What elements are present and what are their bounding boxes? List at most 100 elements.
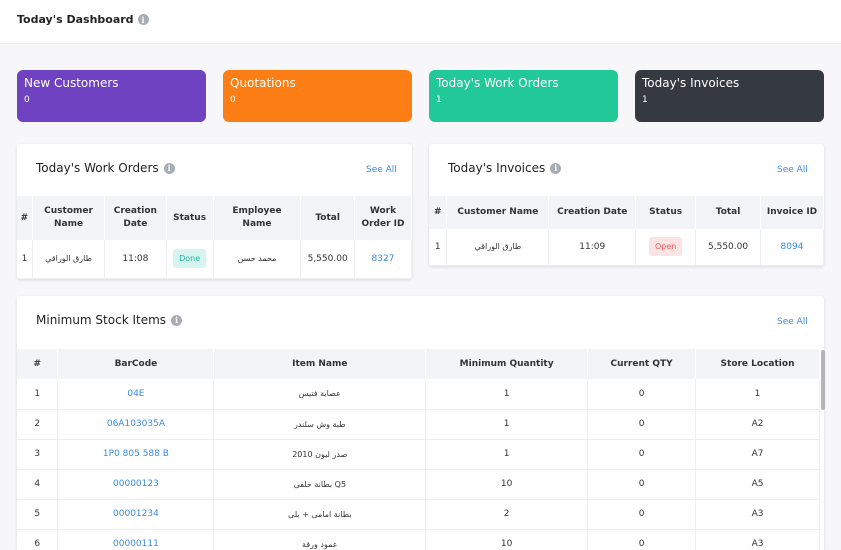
cell-barcode: 06A103035A: [57, 409, 215, 440]
barcode-link[interactable]: 00000123: [113, 479, 159, 489]
cell-min-qty: 10: [425, 529, 589, 550]
cell-location: 1: [695, 379, 820, 410]
col-header: Work Order ID: [354, 196, 412, 240]
cell-location: A3: [695, 499, 820, 530]
cell-min-qty: 10: [425, 469, 589, 500]
stat-label: Today's Invoices: [642, 76, 740, 90]
table-row[interactable]: 3 1P0 805 588 B صدر ليون 2010 1 0 A7: [17, 439, 820, 470]
col-header: Creation Date: [104, 196, 167, 240]
info-icon[interactable]: i: [550, 162, 562, 174]
col-header: Customer Name: [446, 196, 550, 229]
cell-date: 11:08: [104, 240, 167, 279]
panel-title-text: Minimum Stock Items: [36, 313, 167, 327]
cell-num: 1: [17, 240, 33, 279]
cell-status: Open: [635, 229, 697, 266]
stat-value: 0: [230, 95, 236, 105]
see-all-link[interactable]: See All: [777, 317, 808, 327]
stat-value: 0: [24, 95, 30, 105]
cell-num: 1: [17, 379, 59, 410]
stat-card-invoices[interactable]: Today's Invoices 1: [635, 70, 824, 122]
status-badge: Open: [648, 237, 683, 257]
table-row[interactable]: 1 طارق الوراقي 11:08 Done محمد حسن 5,550…: [17, 240, 412, 279]
cell-id: 8094: [760, 229, 824, 266]
barcode-link[interactable]: 06A103035A: [107, 419, 165, 429]
col-header: #: [17, 349, 59, 379]
invoice-id-link[interactable]: 8094: [781, 242, 804, 252]
stat-value: 1: [642, 95, 648, 105]
barcode-link[interactable]: 00000111: [113, 539, 159, 549]
info-icon[interactable]: i: [163, 162, 175, 174]
cell-num: 6: [17, 529, 59, 550]
barcode-link[interactable]: 00001234: [113, 509, 159, 519]
cell-current-qty: 0: [587, 439, 697, 470]
cell-total: 5,550.00: [695, 229, 762, 266]
stock-title: Minimum Stock Items i: [36, 313, 183, 327]
cell-location: A5: [695, 469, 820, 500]
col-header: Status: [166, 196, 214, 240]
barcode-link[interactable]: 1P0 805 588 B: [103, 449, 169, 459]
cell-item-name: صدر ليون 2010: [213, 439, 427, 470]
table-row[interactable]: 1 04E عصابة فتيس 1 0 1: [17, 379, 820, 410]
cell-min-qty: 1: [425, 409, 589, 440]
cell-barcode: 00000123: [57, 469, 215, 500]
info-icon[interactable]: i: [171, 314, 183, 326]
work-orders-panel: Today's Work Orders i See All # Customer…: [17, 144, 412, 279]
col-header: Total: [695, 196, 762, 229]
cell-item-name: عمود ورقة: [213, 529, 427, 550]
cell-location: A7: [695, 439, 820, 470]
table-row[interactable]: 2 06A103035A طبة وش سلندر 1 0 A2: [17, 409, 820, 440]
cell-current-qty: 0: [587, 469, 697, 500]
stat-card-work-orders[interactable]: Today's Work Orders 1: [429, 70, 618, 122]
table-row[interactable]: 5 00001234 بطانة امامى + بلى 2 0 A3: [17, 499, 820, 530]
cell-barcode: 00000111: [57, 529, 215, 550]
stat-label: Today's Work Orders: [436, 76, 559, 90]
stat-label: Quotations: [230, 76, 296, 90]
work-order-id-link[interactable]: 8327: [372, 254, 395, 264]
scrollbar[interactable]: [821, 350, 825, 410]
cell-employee: محمد حسن: [213, 240, 302, 279]
cell-num: 5: [17, 499, 59, 530]
page-title: Today's Dashboard i: [17, 13, 149, 26]
col-header: Item Name: [213, 349, 427, 379]
cell-item-name: عصابة فتيس: [213, 379, 427, 410]
stat-card-new-customers[interactable]: New Customers 0: [17, 70, 206, 122]
cell-num: 2: [17, 409, 59, 440]
top-header: Today's Dashboard i: [0, 0, 841, 44]
cell-barcode: 04E: [57, 379, 215, 410]
see-all-link[interactable]: See All: [777, 165, 808, 175]
col-header: Creation Date: [548, 196, 637, 229]
cell-location: A3: [695, 529, 820, 550]
cell-current-qty: 0: [587, 529, 697, 550]
col-header: Minimum Quantity: [425, 349, 589, 379]
stat-card-quotations[interactable]: Quotations 0: [223, 70, 412, 122]
table-row[interactable]: 6 00000111 عمود ورقة 10 0 A3: [17, 529, 820, 550]
col-header: Status: [635, 196, 697, 229]
table-row[interactable]: 1 طارق الوراقي 11:09 Open 5,550.00 8094: [429, 229, 824, 266]
stat-value: 1: [436, 95, 442, 105]
info-icon[interactable]: i: [137, 14, 149, 25]
work-orders-table: # Customer Name Creation Date Status Emp…: [17, 196, 412, 279]
stock-panel: Minimum Stock Items i See All # BarCode …: [17, 296, 824, 550]
col-header: Total: [300, 196, 355, 240]
cell-min-qty: 2: [425, 499, 589, 530]
cell-current-qty: 0: [587, 499, 697, 530]
cell-min-qty: 1: [425, 439, 589, 470]
cell-status: Done: [166, 240, 214, 279]
cell-num: 3: [17, 439, 59, 470]
col-header: #: [17, 196, 33, 240]
col-header: BarCode: [57, 349, 215, 379]
cell-total: 5,550.00: [300, 240, 355, 279]
cell-num: 1: [429, 229, 448, 266]
cell-current-qty: 0: [587, 379, 697, 410]
cell-barcode: 1P0 805 588 B: [57, 439, 215, 470]
cell-item-name: طبة وش سلندر: [213, 409, 427, 440]
panel-title-text: Today's Invoices: [448, 161, 546, 175]
see-all-link[interactable]: See All: [366, 165, 397, 175]
work-orders-title: Today's Work Orders i: [36, 161, 175, 175]
cell-date: 11:09: [548, 229, 637, 266]
status-badge: Done: [173, 249, 207, 269]
cell-barcode: 00001234: [57, 499, 215, 530]
stat-label: New Customers: [24, 76, 119, 90]
barcode-link[interactable]: 04E: [127, 389, 144, 399]
table-row[interactable]: 4 00000123 بطانة خلفى Q5 10 0 A5: [17, 469, 820, 500]
